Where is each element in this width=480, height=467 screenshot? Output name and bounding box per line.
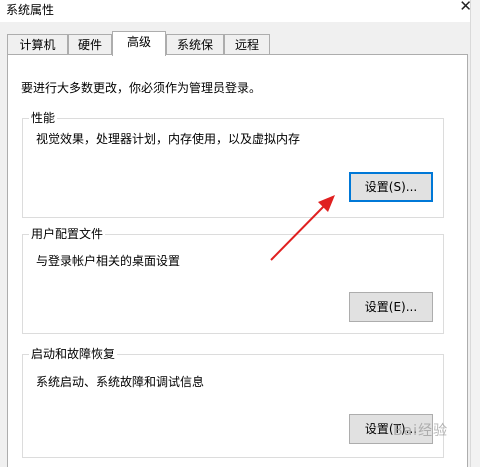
watermark-logo: Bai经验 [393, 423, 449, 439]
annotation-arrow-icon [270, 195, 335, 261]
